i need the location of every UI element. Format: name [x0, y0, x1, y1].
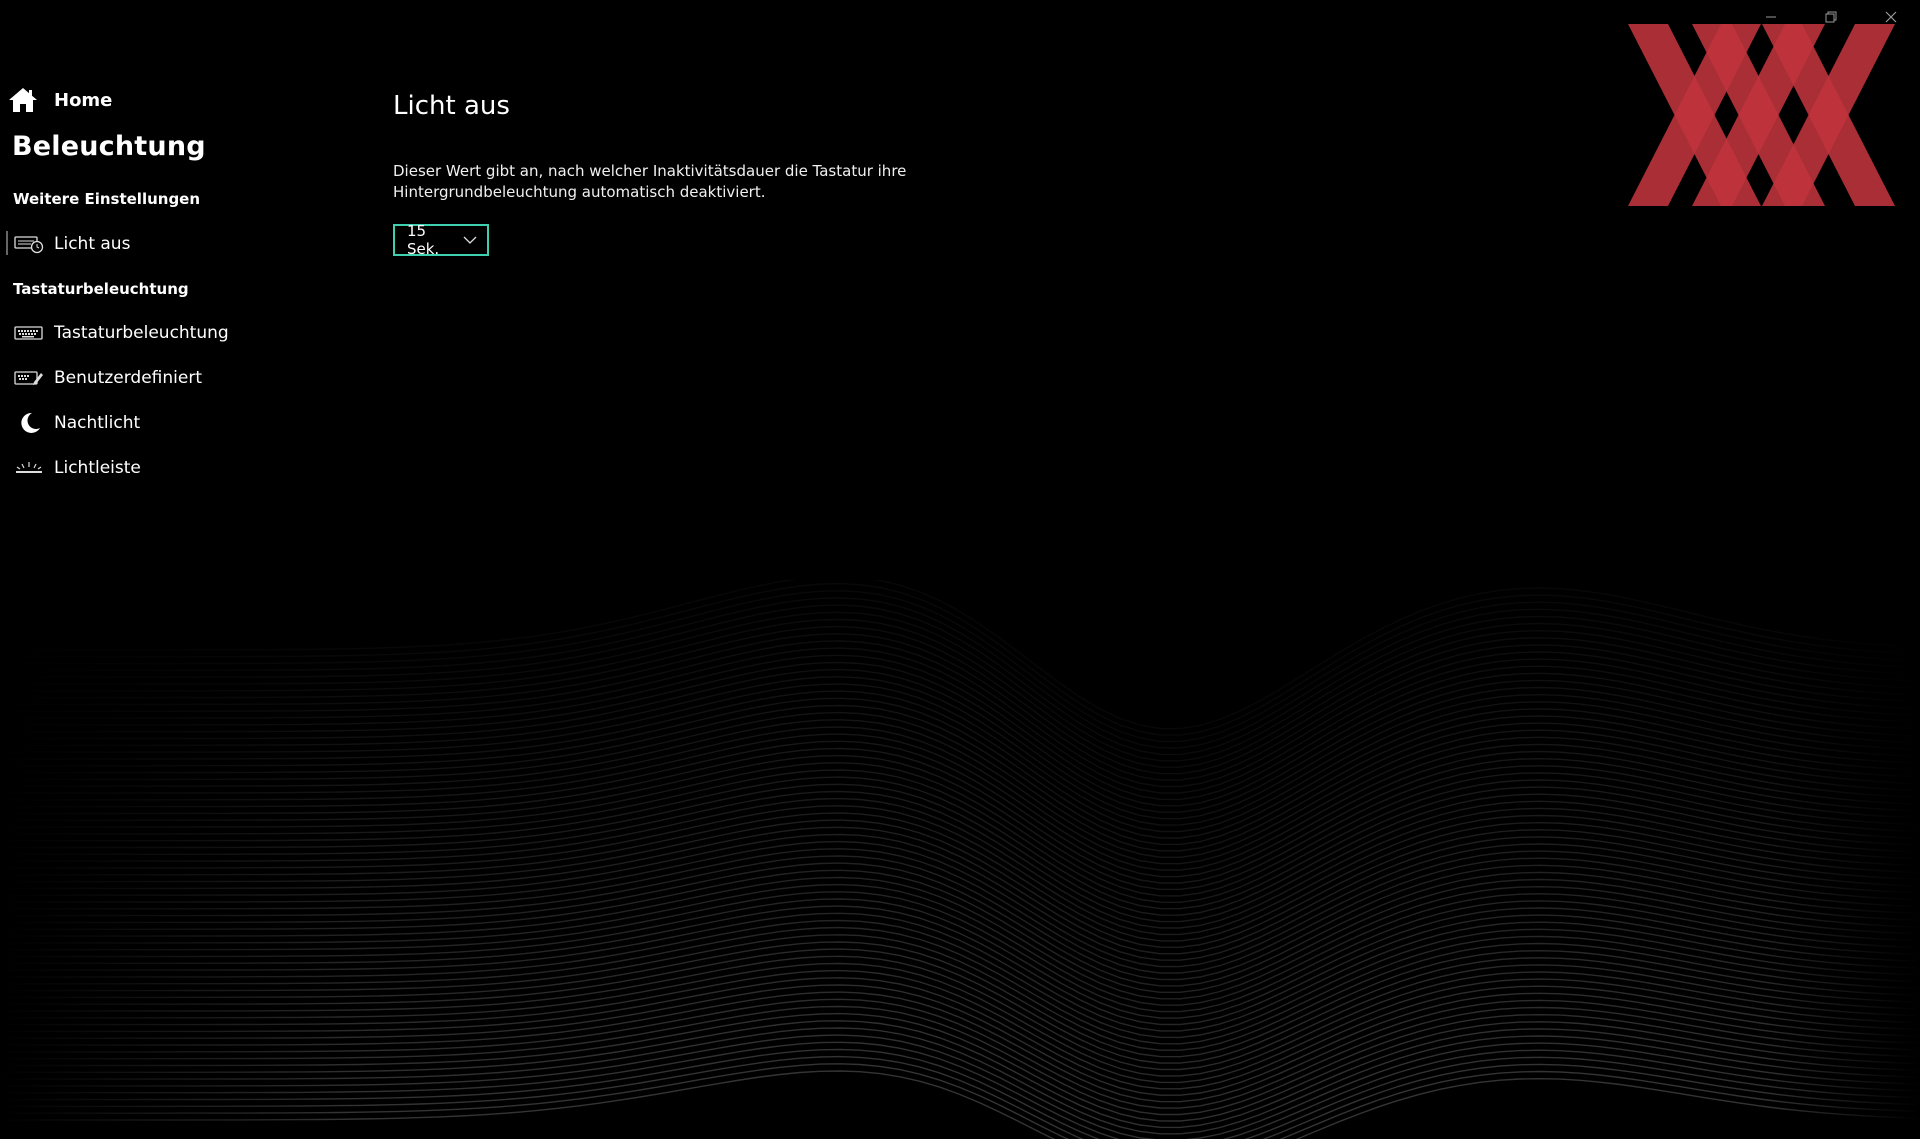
sidebar-item-lichtleiste[interactable]: Lichtleiste	[14, 454, 141, 482]
sidebar-item-label: Benutzerdefiniert	[54, 368, 202, 388]
keyboard-edit-icon	[14, 367, 44, 389]
sidebar-item-licht-aus[interactable]: Licht aus	[14, 230, 130, 258]
moon-icon	[14, 412, 44, 434]
sidebar-item-label: Licht aus	[54, 234, 131, 254]
active-indicator	[6, 231, 8, 255]
sidebar-item-label: Tastaturbeleuchtung	[54, 323, 229, 343]
timeout-select[interactable]: 15 Sek.	[393, 222, 489, 258]
sidebar: Home Beleuchtung Weitere Einstellungen L…	[0, 0, 360, 1139]
timeout-select-value: 15 Sek.	[407, 222, 440, 258]
page-description: Dieser Wert gibt an, nach welcher Inakti…	[393, 162, 907, 201]
sidebar-item-nachtlicht[interactable]: Nachtlicht	[14, 409, 140, 437]
sidebar-item-label: Nachtlicht	[54, 413, 141, 433]
restore-icon	[1825, 11, 1837, 23]
home-label: Home	[54, 89, 113, 111]
xx-logo	[1628, 24, 1895, 206]
home-nav-item[interactable]: Home	[8, 87, 112, 113]
page-title: Licht aus	[393, 91, 510, 121]
group-header-tastaturbeleuchtung: Tastaturbeleuchtung	[13, 280, 189, 298]
chevron-down-icon	[463, 236, 477, 244]
group-header-weitere-einstellungen: Weitere Einstellungen	[13, 190, 201, 208]
light-bar-icon	[14, 457, 44, 479]
sidebar-item-label: Lichtleiste	[54, 458, 141, 478]
close-icon	[1885, 11, 1897, 23]
section-title: Beleuchtung	[12, 131, 206, 162]
home-icon	[9, 88, 37, 112]
keyboard-icon	[14, 322, 44, 344]
sidebar-item-tastaturbeleuchtung[interactable]: Tastaturbeleuchtung	[14, 319, 229, 347]
sidebar-item-benutzerdefiniert[interactable]: Benutzerdefiniert	[14, 364, 202, 392]
keyboard-timer-icon	[14, 233, 44, 255]
minimize-icon	[1766, 16, 1776, 18]
